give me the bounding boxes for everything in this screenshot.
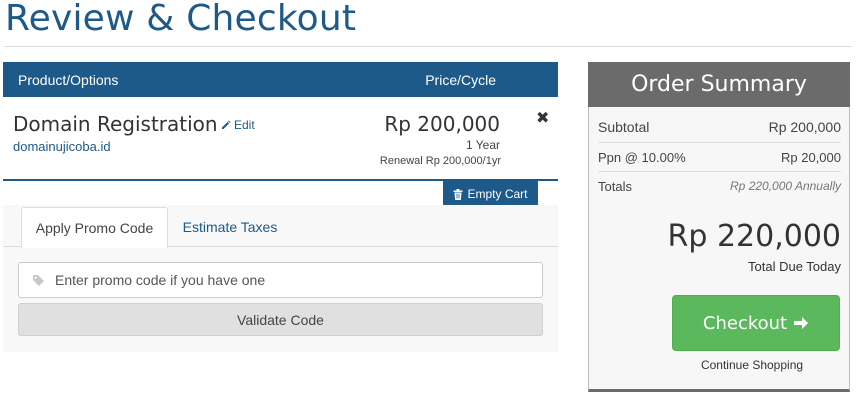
trash-icon [453,188,463,200]
grand-total: Rp 220,000 [667,219,841,254]
total-due-label: Total Due Today [748,259,841,274]
promo-code-input[interactable] [55,263,535,297]
edit-link[interactable]: Edit [221,118,255,132]
tab-estimate-taxes[interactable]: Estimate Taxes [170,207,290,247]
totals-value: Rp 220,000 Annually [730,179,841,193]
edit-label: Edit [234,118,255,132]
order-summary-title: Order Summary [588,62,850,107]
item-cycle: 1 Year [465,138,500,152]
validate-code-button[interactable]: Validate Code [18,303,543,336]
domain-name: domainujicoba.id [13,139,111,154]
pencil-icon [222,120,231,129]
empty-cart-label: Empty Cart [467,187,528,201]
product-name: Domain Registration [13,112,218,136]
tax-value: Rp 20,000 [781,150,841,165]
item-price: Rp 200,000 [384,112,500,136]
tax-label: Ppn @ 10.00% [598,150,686,165]
remove-icon[interactable]: ✖ [536,111,549,127]
tag-icon [33,275,44,286]
item-renewal: Renewal Rp 200,000/1yr [379,155,501,167]
subtotal-label: Subtotal [598,119,650,135]
promo-input-wrapper [18,262,543,298]
empty-cart-button[interactable]: Empty Cart [443,181,538,207]
checkout-button[interactable]: Checkout [672,295,840,351]
header-price-cycle: Price/Cycle [425,72,496,88]
subtotal-value: Rp 200,000 [768,119,841,135]
cart-header: Product/Options Price/Cycle [3,62,558,97]
checkout-label: Checkout [702,312,788,334]
continue-shopping-link[interactable]: Continue Shopping [672,358,832,372]
header-product-options: Product/Options [18,72,119,88]
summary-divider [598,142,841,143]
page-title: Review & Checkout [5,0,357,39]
totals-label: Totals [598,179,632,194]
arrow-right-icon [794,317,809,329]
tab-apply-promo-code[interactable]: Apply Promo Code [21,207,168,248]
title-divider [4,46,852,47]
summary-divider [598,171,841,172]
